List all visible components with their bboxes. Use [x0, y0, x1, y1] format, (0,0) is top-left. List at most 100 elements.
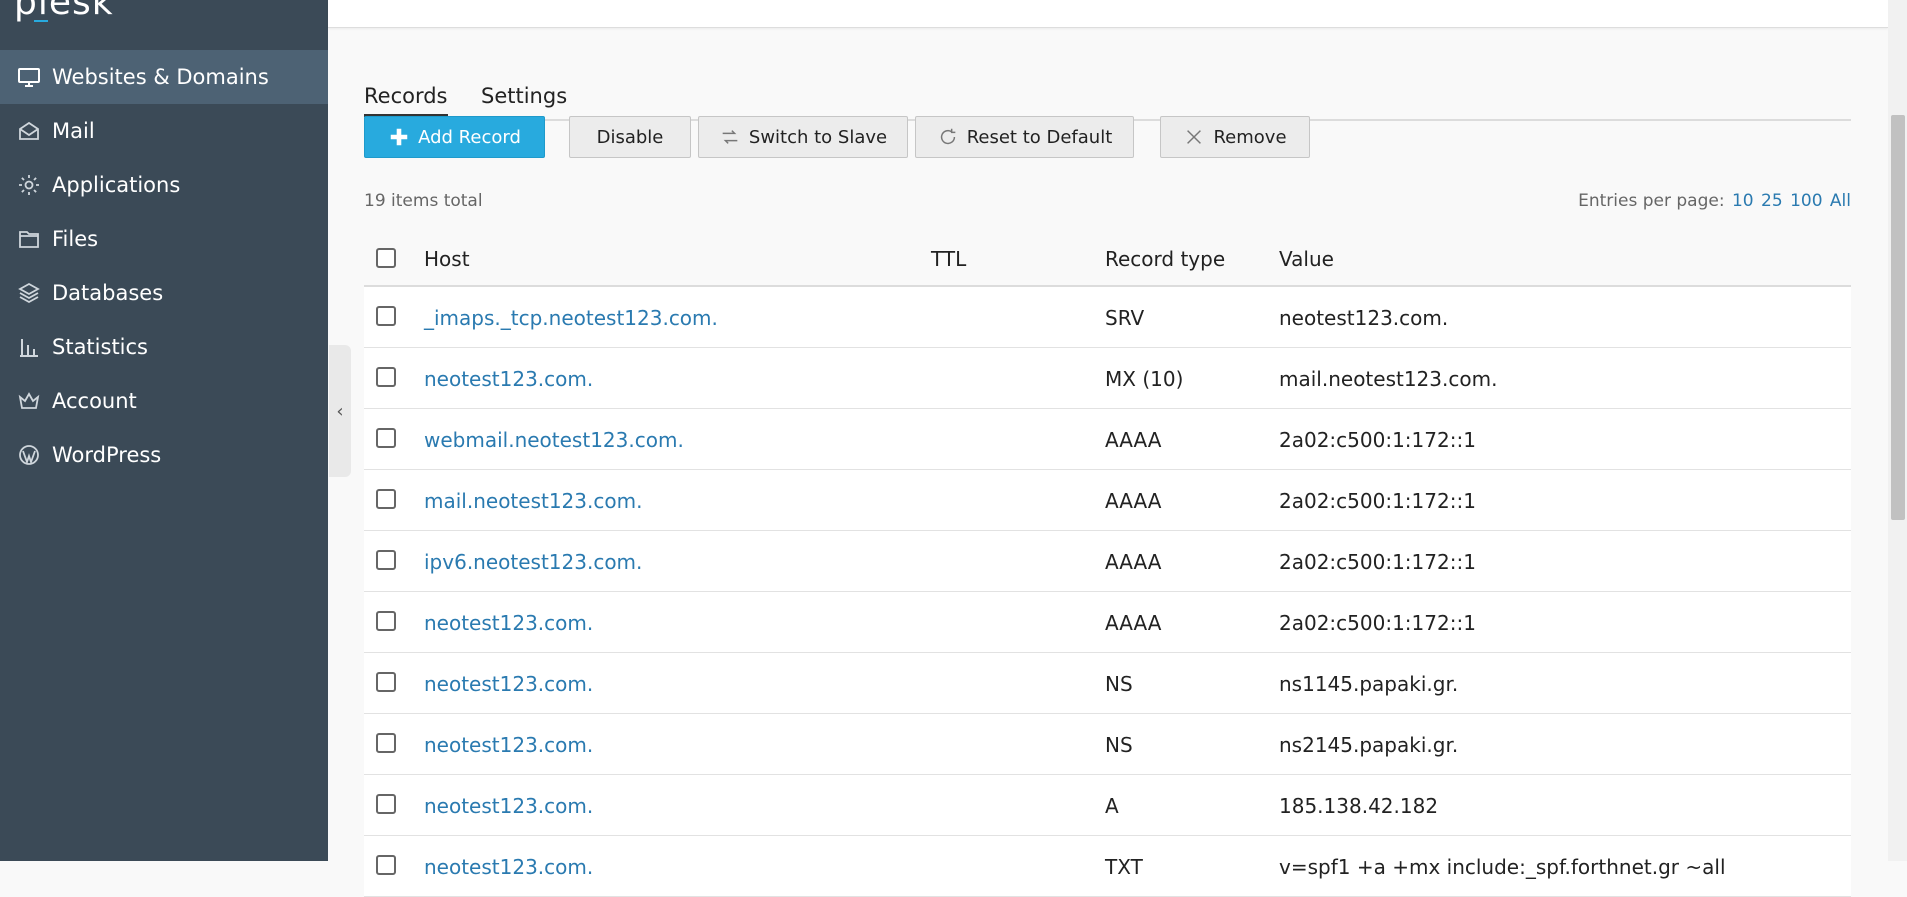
record-type-cell: A — [1105, 794, 1119, 818]
record-type-cell: AAAA — [1105, 489, 1162, 513]
entries-option-100[interactable]: 100 — [1790, 191, 1822, 211]
remove-icon — [1183, 126, 1205, 148]
row-checkbox[interactable] — [376, 367, 396, 387]
record-type-cell: TXT — [1105, 855, 1143, 879]
row-checkbox[interactable] — [376, 428, 396, 448]
host-link[interactable]: neotest123.com. — [424, 794, 593, 818]
sidebar-item-label: Databases — [52, 281, 164, 305]
row-checkbox[interactable] — [376, 855, 396, 875]
chevron-left-icon: ‹ — [336, 400, 344, 422]
reset-icon — [937, 126, 959, 148]
row-checkbox[interactable] — [376, 733, 396, 753]
sidebar-item-label: Files — [52, 227, 99, 251]
sidebar-item-label: Applications — [52, 173, 181, 197]
add-record-button[interactable]: Add Record — [364, 116, 545, 158]
sidebar-item-wordpress[interactable]: WordPress — [0, 428, 328, 482]
switch-icon — [719, 126, 741, 148]
table-body: _imaps._tcp.neotest123.com. SRV neotest123… — [364, 287, 1851, 897]
entries-option-25[interactable]: 25 — [1761, 191, 1783, 211]
reset-to-default-button[interactable]: Reset to Default — [915, 116, 1134, 158]
table-row: ipv6.neotest123.com. AAAA 2a02:c500:1:172:… — [364, 531, 1851, 592]
plesk-logo[interactable]: plesk — [14, 0, 114, 23]
items-total: 19 items total — [364, 191, 483, 211]
sidebar-item-mail[interactable]: Mail — [0, 104, 328, 158]
record-type-cell: NS — [1105, 733, 1133, 757]
row-checkbox[interactable] — [376, 489, 396, 509]
sidebar-item-websites-domains[interactable]: Websites & Domains — [0, 50, 328, 104]
value-cell: 185.138.42.182 — [1279, 794, 1439, 818]
table-row: neotest123.com. A 185.138.42.182 — [364, 775, 1851, 836]
gear-icon — [16, 172, 42, 198]
sidebar-item-label: Statistics — [52, 335, 148, 359]
row-checkbox[interactable] — [376, 550, 396, 570]
add-record-label: Add Record — [418, 126, 521, 148]
mail-icon — [16, 118, 42, 144]
sidebar: plesk Websites & Domains Mail Applicatio… — [0, 0, 328, 861]
host-link[interactable]: neotest123.com. — [424, 611, 593, 635]
table-row: neotest123.com. AAAA 2a02:c500:1:172::1 — [364, 592, 1851, 653]
value-cell: ns2145.papaki.gr. — [1279, 733, 1459, 757]
host-link[interactable]: mail.neotest123.com. — [424, 489, 642, 513]
sidebar-item-label: Websites & Domains — [52, 65, 269, 89]
host-link[interactable]: neotest123.com. — [424, 733, 593, 757]
sidebar-item-label: Mail — [52, 119, 95, 143]
record-type-cell: NS — [1105, 672, 1133, 696]
host-link[interactable]: webmail.neotest123.com. — [424, 428, 684, 452]
column-ttl[interactable]: TTL — [931, 247, 966, 271]
record-type-cell: AAAA — [1105, 611, 1162, 635]
logo-accent — [34, 20, 48, 22]
entries-option-10[interactable]: 10 — [1732, 191, 1754, 211]
sidebar-item-files[interactable]: Files — [0, 212, 328, 266]
scrollbar[interactable] — [1888, 0, 1907, 861]
host-link[interactable]: _imaps._tcp.neotest123.com. — [424, 306, 718, 330]
record-type-cell: AAAA — [1105, 428, 1162, 452]
host-link[interactable]: neotest123.com. — [424, 367, 593, 391]
switch-to-slave-button[interactable]: Switch to Slave — [698, 116, 908, 158]
table-row: neotest123.com. NS ns1145.papaki.gr. — [364, 653, 1851, 714]
table-row: mail.neotest123.com. AAAA 2a02:c500:1:172:… — [364, 470, 1851, 531]
crown-icon — [16, 388, 42, 414]
column-host[interactable]: Host — [424, 247, 470, 271]
tab-records[interactable]: Records — [364, 84, 448, 117]
host-link[interactable]: ipv6.neotest123.com. — [424, 550, 642, 574]
sidebar-nav: Websites & Domains Mail Applications Fil… — [0, 50, 328, 482]
value-cell: ns1145.papaki.gr. — [1279, 672, 1459, 696]
value-cell: 2a02:c500:1:172::1 — [1279, 550, 1476, 574]
sidebar-item-account[interactable]: Account — [0, 374, 328, 428]
collapse-sidebar-button[interactable]: ‹ — [329, 345, 351, 477]
sidebar-item-databases[interactable]: Databases — [0, 266, 328, 320]
plus-icon — [388, 126, 410, 148]
scroll-thumb[interactable] — [1891, 115, 1905, 520]
tabs: Records Settings — [364, 55, 1851, 121]
host-link[interactable]: neotest123.com. — [424, 672, 593, 696]
select-all-checkbox[interactable] — [376, 248, 396, 268]
column-record-type[interactable]: Record type — [1105, 247, 1225, 271]
tab-settings[interactable]: Settings — [481, 84, 567, 114]
entries-option-all[interactable]: All — [1830, 191, 1851, 211]
row-checkbox[interactable] — [376, 306, 396, 326]
disable-label: Disable — [596, 126, 664, 148]
value-cell: 2a02:c500:1:172::1 — [1279, 611, 1476, 635]
sidebar-item-applications[interactable]: Applications — [0, 158, 328, 212]
record-type-cell: SRV — [1105, 306, 1145, 330]
remove-label: Remove — [1213, 126, 1287, 148]
entries-label: Entries per page: — [1578, 191, 1725, 211]
wordpress-icon — [16, 442, 42, 468]
sidebar-item-label: WordPress — [52, 443, 162, 467]
record-type-cell: MX (10) — [1105, 367, 1184, 391]
column-value[interactable]: Value — [1279, 247, 1334, 271]
table-row: _imaps._tcp.neotest123.com. SRV neotest123… — [364, 287, 1851, 348]
value-cell: neotest123.com. — [1279, 306, 1449, 330]
row-checkbox[interactable] — [376, 672, 396, 692]
value-cell: v=spf1 +a +mx include:_spf.forthnet.gr ~… — [1279, 855, 1726, 879]
row-checkbox[interactable] — [376, 794, 396, 814]
record-type-cell: AAAA — [1105, 550, 1162, 574]
remove-button[interactable]: Remove — [1160, 116, 1310, 158]
host-link[interactable]: neotest123.com. — [424, 855, 593, 879]
value-cell: 2a02:c500:1:172::1 — [1279, 428, 1476, 452]
sidebar-item-statistics[interactable]: Statistics — [0, 320, 328, 374]
disable-button[interactable]: Disable — [569, 116, 691, 158]
reset-to-default-label: Reset to Default — [966, 126, 1113, 148]
row-checkbox[interactable] — [376, 611, 396, 631]
dns-records-table: Host TTL Record type Value _imaps._tcp.n… — [364, 231, 1851, 897]
